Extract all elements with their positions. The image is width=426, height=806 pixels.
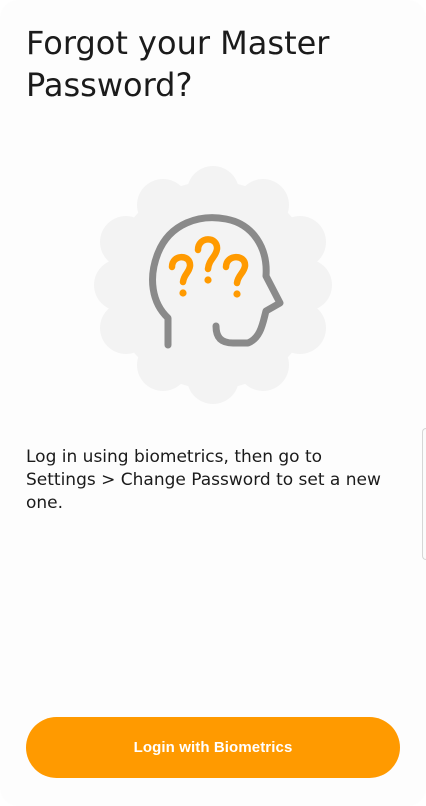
forgot-password-screen: Forgot your Master Password? Log in usin… xyxy=(0,0,426,806)
scalloped-badge-background xyxy=(94,166,332,404)
page-title: Forgot your Master Password? xyxy=(26,24,330,104)
instruction-text: Log in using biometrics, then go to Sett… xyxy=(26,447,381,513)
head-with-question-marks-icon xyxy=(94,166,332,404)
side-drawer-handle[interactable] xyxy=(422,428,426,560)
forgot-password-illustration xyxy=(88,160,338,410)
login-with-biometrics-button[interactable]: Login with Biometrics xyxy=(26,717,400,778)
